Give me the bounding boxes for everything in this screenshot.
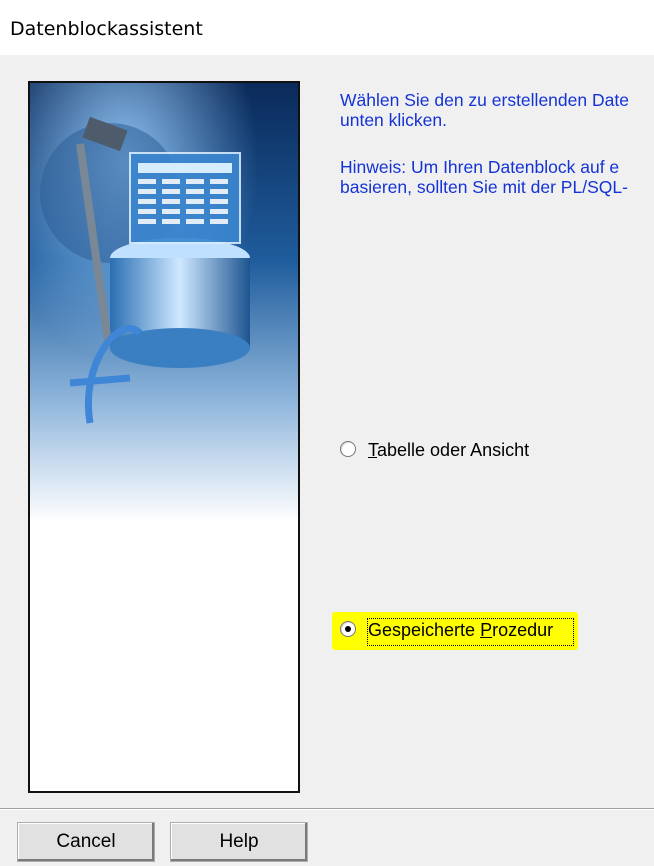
hint-line-2: basieren, sollten Sie mit der PL/SQL- — [340, 177, 628, 197]
radio-label-part2: rozedur — [492, 620, 554, 640]
radio-label-mnemonic: P — [480, 620, 493, 640]
radio-circle[interactable] — [340, 441, 356, 458]
wizard-illustration — [28, 81, 300, 793]
instruction-line-1: Wählen Sie den zu erstellenden Date — [340, 90, 629, 110]
radio-dot — [345, 626, 351, 633]
radio-circle-selected[interactable] — [340, 621, 356, 638]
table-grid-graphic — [129, 152, 241, 244]
radio-table-or-view[interactable]: Tabelle oder Ansicht — [340, 440, 529, 461]
help-button[interactable]: Help — [170, 822, 308, 862]
cancel-button[interactable]: Cancel — [17, 822, 155, 862]
hint-line-1: Hinweis: Um Ihren Datenblock auf e — [340, 157, 620, 177]
radio-label: abelle oder Ansicht — [377, 440, 530, 460]
radio-label-mnemonic: T — [368, 440, 377, 460]
radio-stored-procedure[interactable]: Gespeicherte Prozedur — [340, 620, 553, 641]
window-title: Datenblockassistent — [10, 18, 203, 40]
radio-label-part1: Gespeicherte — [368, 620, 481, 640]
database-cylinder — [110, 238, 250, 368]
instruction-line-2: unten klicken. — [340, 110, 448, 130]
title-bar: Datenblockassistent — [0, 0, 654, 55]
button-separator — [0, 808, 654, 810]
